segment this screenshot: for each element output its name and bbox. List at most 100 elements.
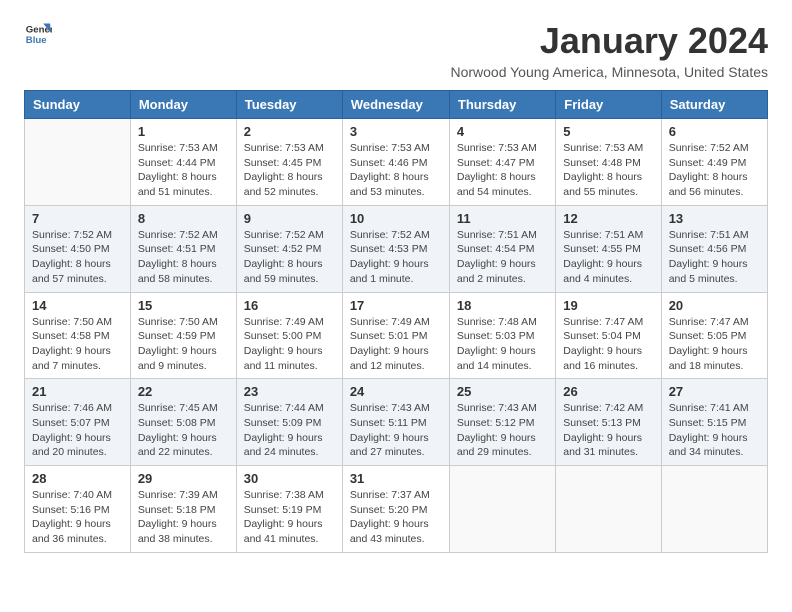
calendar-cell (25, 119, 131, 206)
day-number: 9 (244, 211, 335, 226)
day-number: 18 (457, 298, 548, 313)
day-info: Sunrise: 7:52 AMSunset: 4:52 PMDaylight:… (244, 228, 335, 287)
day-info: Sunrise: 7:50 AMSunset: 4:59 PMDaylight:… (138, 315, 229, 374)
day-number: 28 (32, 471, 123, 486)
calendar-cell: 24Sunrise: 7:43 AMSunset: 5:11 PMDayligh… (342, 379, 449, 466)
calendar-week-row: 1Sunrise: 7:53 AMSunset: 4:44 PMDaylight… (25, 119, 768, 206)
day-info: Sunrise: 7:43 AMSunset: 5:12 PMDaylight:… (457, 401, 548, 460)
month-title: January 2024 (450, 20, 768, 62)
calendar-cell: 8 Sunrise: 7:52 AMSunset: 4:51 PMDaylight… (130, 205, 236, 292)
calendar-table: SundayMondayTuesdayWednesdayThursdayFrid… (24, 90, 768, 553)
calendar-cell: 25 Sunrise: 7:43 AMSunset: 5:12 PMDayligh… (449, 379, 555, 466)
logo-icon: General Blue (24, 20, 52, 48)
day-info: Sunrise: 7:53 AMSunset: 4:46 PMDaylight:… (350, 141, 442, 200)
day-number: 22 (138, 384, 229, 399)
calendar-week-row: 7 Sunrise: 7:52 AMSunset: 4:50 PMDaylight… (25, 205, 768, 292)
calendar-cell: 22 Sunrise: 7:45 AMSunset: 5:08 PMDayligh… (130, 379, 236, 466)
day-number: 3 (350, 124, 442, 139)
title-block: January 2024 Norwood Young America, Minn… (450, 20, 768, 80)
calendar-cell: 19Sunrise: 7:47 AMSunset: 5:04 PMDayligh… (556, 292, 661, 379)
header-sunday: Sunday (25, 91, 131, 119)
day-number: 15 (138, 298, 229, 313)
day-number: 6 (669, 124, 760, 139)
day-info: Sunrise: 7:52 AMSunset: 4:50 PMDaylight:… (32, 228, 123, 287)
day-number: 23 (244, 384, 335, 399)
page-header: General Blue January 2024 Norwood Young … (24, 20, 768, 80)
calendar-cell: 28 Sunrise: 7:40 AMSunset: 5:16 PMDayligh… (25, 466, 131, 553)
calendar-cell (661, 466, 767, 553)
calendar-cell: 12 Sunrise: 7:51 AMSunset: 4:55 PMDayligh… (556, 205, 661, 292)
day-info: Sunrise: 7:53 AMSunset: 4:44 PMDaylight:… (138, 141, 229, 200)
day-info: Sunrise: 7:52 AMSunset: 4:53 PMDaylight:… (350, 228, 442, 287)
day-number: 14 (32, 298, 123, 313)
day-number: 7 (32, 211, 123, 226)
day-info: Sunrise: 7:45 AMSunset: 5:08 PMDaylight:… (138, 401, 229, 460)
day-number: 31 (350, 471, 442, 486)
day-info: Sunrise: 7:41 AMSunset: 5:15 PMDaylight:… (669, 401, 760, 460)
svg-text:Blue: Blue (26, 35, 47, 46)
calendar-cell: 14Sunrise: 7:50 AMSunset: 4:58 PMDayligh… (25, 292, 131, 379)
header-wednesday: Wednesday (342, 91, 449, 119)
day-info: Sunrise: 7:37 AMSunset: 5:20 PMDaylight:… (350, 488, 442, 547)
header-saturday: Saturday (661, 91, 767, 119)
day-number: 30 (244, 471, 335, 486)
day-number: 20 (669, 298, 760, 313)
day-number: 27 (669, 384, 760, 399)
calendar-cell: 5 Sunrise: 7:53 AMSunset: 4:48 PMDaylight… (556, 119, 661, 206)
calendar-cell: 9 Sunrise: 7:52 AMSunset: 4:52 PMDaylight… (236, 205, 342, 292)
day-number: 2 (244, 124, 335, 139)
day-info: Sunrise: 7:51 AMSunset: 4:56 PMDaylight:… (669, 228, 760, 287)
calendar-cell: 27 Sunrise: 7:41 AMSunset: 5:15 PMDayligh… (661, 379, 767, 466)
header-monday: Monday (130, 91, 236, 119)
calendar-cell: 13 Sunrise: 7:51 AMSunset: 4:56 PMDayligh… (661, 205, 767, 292)
day-info: Sunrise: 7:51 AMSunset: 4:55 PMDaylight:… (563, 228, 653, 287)
day-info: Sunrise: 7:53 AMSunset: 4:47 PMDaylight:… (457, 141, 548, 200)
day-number: 29 (138, 471, 229, 486)
calendar-week-row: 21 Sunrise: 7:46 AMSunset: 5:07 PMDayligh… (25, 379, 768, 466)
logo: General Blue (24, 20, 52, 48)
calendar-cell: 16 Sunrise: 7:49 AMSunset: 5:00 PMDayligh… (236, 292, 342, 379)
day-number: 8 (138, 211, 229, 226)
day-number: 24 (350, 384, 442, 399)
calendar-cell: 20Sunrise: 7:47 AMSunset: 5:05 PMDayligh… (661, 292, 767, 379)
day-info: Sunrise: 7:52 AMSunset: 4:51 PMDaylight:… (138, 228, 229, 287)
calendar-cell: 1Sunrise: 7:53 AMSunset: 4:44 PMDaylight… (130, 119, 236, 206)
day-number: 10 (350, 211, 442, 226)
calendar-cell: 31 Sunrise: 7:37 AMSunset: 5:20 PMDayligh… (342, 466, 449, 553)
header-thursday: Thursday (449, 91, 555, 119)
day-number: 26 (563, 384, 653, 399)
day-number: 4 (457, 124, 548, 139)
day-number: 11 (457, 211, 548, 226)
day-info: Sunrise: 7:49 AMSunset: 5:01 PMDaylight:… (350, 315, 442, 374)
calendar-cell (556, 466, 661, 553)
calendar-cell: 26 Sunrise: 7:42 AMSunset: 5:13 PMDayligh… (556, 379, 661, 466)
header-tuesday: Tuesday (236, 91, 342, 119)
day-info: Sunrise: 7:51 AMSunset: 4:54 PMDaylight:… (457, 228, 548, 287)
calendar-cell: 6Sunrise: 7:52 AMSunset: 4:49 PMDaylight… (661, 119, 767, 206)
day-number: 13 (669, 211, 760, 226)
location-subtitle: Norwood Young America, Minnesota, United… (450, 64, 768, 80)
calendar-cell: 17Sunrise: 7:49 AMSunset: 5:01 PMDayligh… (342, 292, 449, 379)
calendar-header-row: SundayMondayTuesdayWednesdayThursdayFrid… (25, 91, 768, 119)
day-number: 25 (457, 384, 548, 399)
day-info: Sunrise: 7:38 AMSunset: 5:19 PMDaylight:… (244, 488, 335, 547)
header-friday: Friday (556, 91, 661, 119)
calendar-cell: 3 Sunrise: 7:53 AMSunset: 4:46 PMDaylight… (342, 119, 449, 206)
calendar-cell: 29Sunrise: 7:39 AMSunset: 5:18 PMDayligh… (130, 466, 236, 553)
day-number: 21 (32, 384, 123, 399)
day-info: Sunrise: 7:53 AMSunset: 4:48 PMDaylight:… (563, 141, 653, 200)
calendar-cell: 30 Sunrise: 7:38 AMSunset: 5:19 PMDayligh… (236, 466, 342, 553)
day-number: 16 (244, 298, 335, 313)
day-info: Sunrise: 7:40 AMSunset: 5:16 PMDaylight:… (32, 488, 123, 547)
day-info: Sunrise: 7:44 AMSunset: 5:09 PMDaylight:… (244, 401, 335, 460)
calendar-cell (449, 466, 555, 553)
day-info: Sunrise: 7:46 AMSunset: 5:07 PMDaylight:… (32, 401, 123, 460)
calendar-week-row: 14Sunrise: 7:50 AMSunset: 4:58 PMDayligh… (25, 292, 768, 379)
day-info: Sunrise: 7:49 AMSunset: 5:00 PMDaylight:… (244, 315, 335, 374)
day-number: 12 (563, 211, 653, 226)
day-number: 5 (563, 124, 653, 139)
day-info: Sunrise: 7:42 AMSunset: 5:13 PMDaylight:… (563, 401, 653, 460)
calendar-cell: 15 Sunrise: 7:50 AMSunset: 4:59 PMDayligh… (130, 292, 236, 379)
calendar-cell: 21 Sunrise: 7:46 AMSunset: 5:07 PMDayligh… (25, 379, 131, 466)
calendar-cell: 2Sunrise: 7:53 AMSunset: 4:45 PMDaylight… (236, 119, 342, 206)
